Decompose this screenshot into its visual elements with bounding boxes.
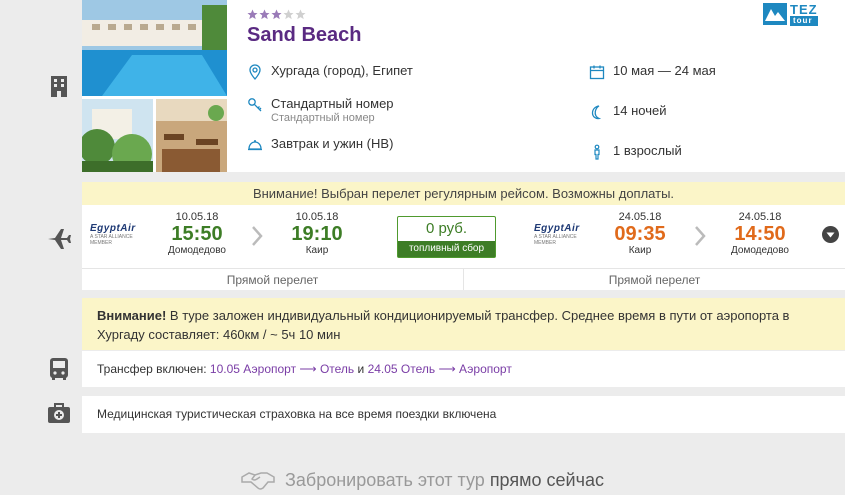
flight-notice: Внимание! Выбран перелет регулярным рейс…: [82, 182, 845, 205]
return-arrival: 24.05.18 14:50 Домодедово: [720, 211, 800, 256]
transfer-warning: Внимание! В туре заложен индивидуальный …: [82, 298, 845, 350]
outbound-dep-date: 10.05.18: [175, 211, 219, 223]
book-text-light: Забронировать этот тур: [285, 469, 490, 490]
outbound-dep-time: 15:50: [171, 223, 223, 245]
flight-card: EgyptAir A STAR ALLIANCE MEMBER 10.05.18…: [82, 205, 845, 290]
transfer-joiner: и: [354, 362, 368, 376]
warning-text: В туре заложен индивидуальный кондициони…: [97, 308, 790, 342]
hotel-meal: Завтрак и ужин (НВ): [247, 136, 393, 153]
star-filled-icon: [271, 9, 282, 20]
hotel-photo-garden[interactable]: [82, 99, 153, 172]
guests-text: 1 взрослый: [613, 143, 682, 158]
location-pin-icon: [247, 64, 263, 80]
hotel-card: Sand Beach TEZ tour Хургада (город), Еги…: [82, 0, 845, 172]
meal-text: Завтрак и ужин (НВ): [271, 136, 394, 151]
fuel-fee-label: топливный сбор: [398, 241, 495, 257]
calendar-icon: [589, 64, 605, 80]
tour-dates: 10 мая — 24 мая: [589, 63, 716, 80]
medical-kit-icon: [46, 401, 72, 427]
room-type: Стандартный номер: [271, 96, 394, 111]
return-airline-tag: A STAR ALLIANCE MEMBER: [534, 234, 577, 246]
return-dep-city: Каир: [628, 245, 652, 256]
hotel-building-icon: [46, 73, 72, 99]
hotel-name[interactable]: Sand Beach: [247, 24, 361, 47]
outbound-airline-tag: A STAR ALLIANCE MEMBER: [90, 234, 133, 246]
tour-guests: 1 взрослый: [589, 143, 682, 160]
outbound-dep-city: Домодедово: [168, 245, 226, 256]
return-arr-date: 24.05.18: [738, 211, 782, 223]
return-dep-time: 09:35: [614, 223, 666, 245]
hotel-location: Хургада (город), Египет: [247, 63, 413, 80]
return-departure: 24.05.18 09:35 Каир: [600, 211, 680, 256]
logo-line2: tour: [790, 15, 818, 26]
return-airline-name: EgyptAir: [534, 223, 580, 234]
book-text-strong: прямо сейчас: [489, 469, 604, 490]
fuel-fee-box: 0 руб. топливный сбор: [397, 216, 496, 258]
return-arrow-icon: [694, 225, 706, 247]
location-text: Хургада (город), Египет: [271, 63, 413, 78]
person-icon: [589, 144, 605, 160]
outbound-airline-logo: EgyptAir A STAR ALLIANCE MEMBER: [90, 223, 148, 246]
fuel-fee-price: 0 руб.: [425, 220, 468, 237]
room-key-icon: [247, 97, 263, 113]
airplane-icon: [46, 226, 72, 252]
warning-label: Внимание!: [97, 308, 167, 323]
return-dep-date: 24.05.18: [618, 211, 662, 223]
return-flight-type: Прямой перелет: [463, 269, 845, 290]
dates-text: 10 мая — 24 мая: [613, 63, 716, 78]
transfer-info: Трансфер включен: 10.05 Аэропорт ⟶ Отель…: [82, 351, 845, 387]
hotel-photo-pool[interactable]: [82, 0, 227, 96]
return-arr-city: Домодедово: [731, 245, 789, 256]
tez-tour-mark-icon: [763, 3, 787, 25]
hotel-photo-restaurant[interactable]: [156, 99, 227, 172]
outbound-arr-date: 10.05.18: [295, 211, 339, 223]
outbound-arr-city: Каир: [305, 245, 329, 256]
star-filled-icon: [259, 9, 270, 20]
nights-text: 14 ночей: [613, 103, 667, 118]
outbound-arrow-icon: [251, 225, 263, 247]
outbound-arrival: 10.05.18 19:10 Каир: [277, 211, 357, 256]
star-filled-icon: [247, 9, 258, 20]
transfer-leg-2: 24.05 Отель ⟶ Аэропорт: [367, 362, 512, 376]
book-tour-label: Забронировать этот тур прямо сейчас: [285, 470, 604, 491]
hotel-room: Стандартный номер Стандартный номер: [247, 96, 394, 125]
star-empty-icon: [283, 9, 294, 20]
meal-cloche-icon: [247, 137, 263, 153]
book-tour-button[interactable]: Забронировать этот тур прямо сейчас: [0, 465, 845, 495]
flight-options-toggle-icon[interactable]: [822, 226, 839, 243]
tour-details-page: Sand Beach TEZ tour Хургада (город), Еги…: [0, 0, 845, 495]
outbound-departure: 10.05.18 15:50 Домодедово: [157, 211, 237, 256]
outbound-flight-type: Прямой перелет: [226, 273, 319, 287]
return-airline-logo: EgyptAir A STAR ALLIANCE MEMBER: [534, 223, 592, 246]
logo-line1: TEZ: [790, 1, 818, 17]
insurance-info: Медицинская туристическая страховка на в…: [82, 396, 845, 433]
transfer-leg-1: 10.05 Аэропорт ⟶ Отель: [209, 362, 355, 376]
flight-type-row: Прямой перелет Прямой перелет: [82, 268, 845, 290]
room-type-sub: Стандартный номер: [271, 112, 375, 124]
transfer-prefix: Трансфер включен:: [97, 362, 210, 376]
hotel-stars: [247, 9, 306, 20]
outbound-airline-name: EgyptAir: [90, 223, 136, 234]
return-arr-time: 14:50: [734, 223, 786, 245]
tez-tour-logo: TEZ tour: [763, 1, 841, 26]
star-empty-icon: [295, 9, 306, 20]
bus-icon: [46, 356, 72, 382]
handshake-icon: [241, 469, 275, 491]
moon-icon: [589, 104, 605, 120]
tour-nights: 14 ночей: [589, 103, 666, 120]
outbound-arr-time: 19:10: [291, 223, 343, 245]
